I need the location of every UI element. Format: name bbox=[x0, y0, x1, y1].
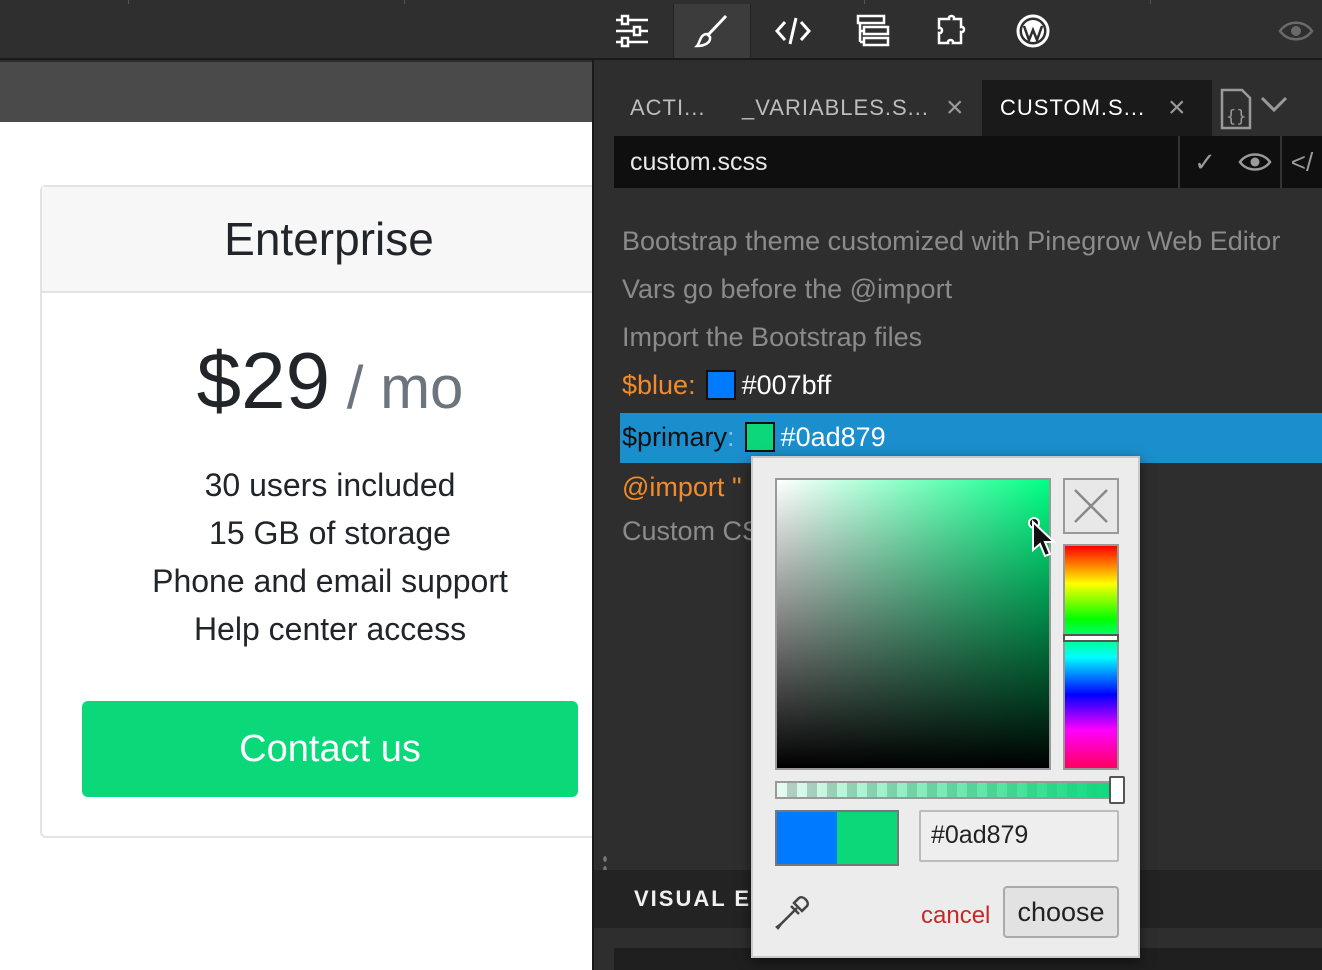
tab-custom[interactable]: CUSTOM.S... × bbox=[982, 80, 1212, 136]
close-icon bbox=[1074, 489, 1108, 523]
code-comment: Bootstrap theme customized with Pinegrow… bbox=[622, 226, 1281, 256]
pricing-card[interactable]: Enterprise $29 / mo 30 users included 15… bbox=[40, 185, 592, 838]
editor-tabs: ACTI... _VARIABLES.S... × CUSTOM.S... × … bbox=[594, 62, 1322, 136]
mouse-pointer-icon bbox=[1032, 520, 1056, 558]
contact-us-button[interactable]: Contact us bbox=[82, 701, 578, 797]
close-tab-icon[interactable]: × bbox=[946, 91, 965, 125]
wordpress-tool-button[interactable] bbox=[994, 4, 1072, 58]
paintbrush-icon bbox=[694, 14, 728, 48]
feature-item: 30 users included bbox=[204, 467, 456, 503]
choose-button[interactable]: choose bbox=[1003, 886, 1119, 938]
wordpress-icon bbox=[1016, 14, 1050, 48]
tab-label: ACTI... bbox=[630, 95, 706, 120]
eyedropper-icon[interactable] bbox=[773, 894, 811, 932]
new-color bbox=[837, 812, 897, 864]
price-period: / mo bbox=[330, 354, 464, 421]
code-icon bbox=[775, 17, 811, 45]
saturation-value-field[interactable] bbox=[775, 478, 1051, 770]
alpha-handle[interactable] bbox=[1109, 776, 1125, 804]
feature-item: Help center access bbox=[193, 611, 467, 647]
app-window: Enterprise $29 / mo 30 users included 15… bbox=[0, 0, 1322, 970]
color-swatch[interactable] bbox=[705, 370, 736, 400]
colon: : bbox=[727, 422, 735, 452]
svg-text:{}: {} bbox=[1226, 107, 1246, 127]
feature-item: Phone and email support bbox=[152, 563, 508, 599]
file-menu-icon[interactable]: {} bbox=[1216, 86, 1316, 132]
hex-input[interactable]: #0ad879 bbox=[919, 810, 1119, 862]
toolbar-tick bbox=[128, 0, 129, 4]
top-toolbar bbox=[0, 0, 1322, 60]
color-comparison bbox=[775, 810, 899, 866]
import-path: " bbox=[724, 472, 742, 502]
puzzle-icon bbox=[937, 14, 966, 45]
feature-item: 15 GB of storage bbox=[209, 515, 451, 551]
hue-slider[interactable] bbox=[1063, 544, 1119, 770]
components-tool-button[interactable] bbox=[914, 4, 992, 58]
preview-toolbar bbox=[0, 62, 592, 122]
sliders-icon bbox=[616, 14, 648, 48]
file-name: custom.scss bbox=[630, 147, 768, 176]
toolbar-tick bbox=[404, 0, 405, 4]
tree-icon bbox=[856, 14, 890, 47]
code-comment: Import the Bootstrap files bbox=[622, 322, 923, 352]
variable-value: #007bff bbox=[741, 370, 832, 400]
close-tab-icon[interactable]: × bbox=[1168, 91, 1187, 125]
variable-name: $primary bbox=[622, 422, 728, 452]
price-amount: $29 bbox=[196, 336, 331, 425]
tab-label: CUSTOM.S... bbox=[1000, 95, 1146, 120]
checkmark-icon[interactable]: ✓ bbox=[1180, 136, 1230, 188]
tree-tool-button[interactable] bbox=[834, 4, 912, 58]
card-header: Enterprise bbox=[42, 187, 592, 293]
variable-name: $blue bbox=[622, 370, 689, 400]
alpha-slider[interactable] bbox=[775, 776, 1125, 804]
code-view-icon[interactable]: </ bbox=[1282, 136, 1322, 188]
code-comment: Vars go before the @import bbox=[622, 274, 953, 304]
eye-icon[interactable] bbox=[1230, 136, 1280, 188]
colon: : bbox=[688, 370, 696, 400]
properties-tool-button[interactable] bbox=[593, 4, 671, 58]
color-swatch[interactable] bbox=[744, 422, 775, 452]
tab-actions[interactable]: ACTI... bbox=[614, 80, 724, 136]
eye-icon[interactable] bbox=[1276, 16, 1316, 46]
color-picker: #0ad879 cancel choose bbox=[751, 456, 1140, 958]
variable-value: #0ad879 bbox=[780, 422, 886, 452]
style-tool-button[interactable] bbox=[673, 4, 751, 58]
tab-variables[interactable]: _VARIABLES.S... × bbox=[728, 80, 978, 136]
page-preview: Enterprise $29 / mo 30 users included 15… bbox=[0, 122, 592, 970]
feature-list: 30 users included 15 GB of storage Phone… bbox=[42, 461, 592, 653]
code-line-blue[interactable]: $blue: #007bff bbox=[622, 361, 1322, 409]
cancel-link[interactable]: cancel bbox=[921, 894, 990, 938]
previous-color[interactable] bbox=[777, 812, 837, 864]
close-picker-button[interactable] bbox=[1063, 478, 1119, 534]
price: $29 / mo bbox=[42, 335, 592, 427]
tab-label: _VARIABLES.S... bbox=[742, 95, 930, 120]
code-tool-button[interactable] bbox=[754, 4, 832, 58]
hue-handle[interactable] bbox=[1063, 634, 1119, 642]
toolbar-tick bbox=[1150, 0, 1151, 4]
card-title: Enterprise bbox=[224, 213, 434, 265]
file-bar: custom.scss ✓ </ bbox=[614, 136, 1322, 188]
import-keyword: @import bbox=[622, 472, 725, 502]
